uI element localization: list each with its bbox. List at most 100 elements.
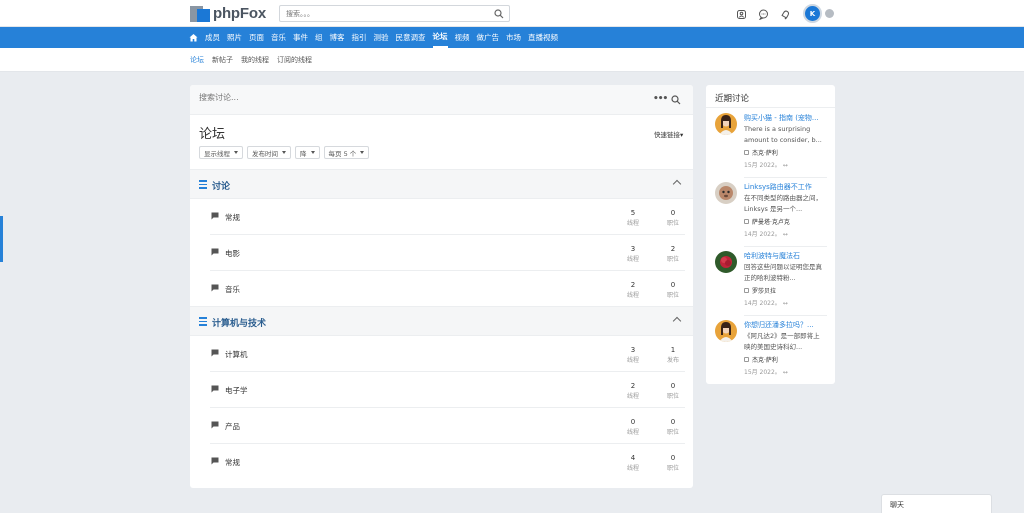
nav-item-live-video[interactable]: 直播视频: [528, 27, 558, 48]
nav-item-forum[interactable]: 论坛: [432, 27, 448, 48]
category-header[interactable]: 讨论: [190, 169, 693, 199]
discussion-meta: 14月 2022。 ↔: [744, 300, 788, 307]
avatar[interactable]: [715, 113, 737, 135]
discussion-item: 哈利波特与魔法石 回答这些问题以证明您是真正的哈利波特粉... 罗莎贝拉 14月…: [715, 251, 827, 319]
chevron-down-icon: [310, 151, 315, 154]
thread-count-value: 5: [630, 209, 636, 217]
nav-item-members[interactable]: 成员: [205, 27, 220, 48]
left-edge-accent: [0, 216, 3, 262]
discussion-title[interactable]: 你想归还潘多拉吗？...: [744, 320, 826, 330]
forum-name[interactable]: 电子学: [225, 385, 248, 396]
forum-name[interactable]: 音乐: [225, 284, 240, 295]
avatar[interactable]: [715, 182, 737, 204]
comment-icon: [211, 421, 219, 431]
thread-count-value: 2: [630, 382, 636, 390]
post-count-value: 0: [670, 454, 676, 462]
search-icon[interactable]: [671, 95, 681, 107]
subnav-forum[interactable]: 论坛: [190, 55, 204, 65]
chat-dock[interactable]: 聊天: [881, 494, 992, 513]
forum-name[interactable]: 常规: [225, 212, 240, 223]
post-count-value: 0: [670, 382, 676, 390]
author-name[interactable]: 杰克·萨利: [752, 148, 778, 157]
chat-label: 聊天: [890, 501, 904, 509]
post-count-label: 发布: [666, 357, 679, 364]
filter-per-page[interactable]: 每页 5 个: [323, 146, 370, 159]
nav-item-blogs[interactable]: 博客: [330, 27, 345, 48]
global-search[interactable]: [279, 5, 510, 22]
author-name[interactable]: 杰克·萨利: [752, 355, 778, 364]
subnav-my-threads[interactable]: 我的线程: [241, 55, 269, 65]
forum-row[interactable]: 产品 0 线程 0 职位: [210, 408, 685, 444]
thread-count-label: 线程: [626, 465, 639, 472]
discussion-author: 杰克·萨利: [744, 355, 778, 364]
forum-row[interactable]: 常规 5 线程 0 职位: [210, 199, 685, 235]
post-count: 1 发布: [658, 346, 688, 364]
discussion-title[interactable]: Linksys路由器不工作: [744, 182, 826, 192]
author-name[interactable]: 萨曼塔·克卢克: [752, 217, 790, 226]
more-options-icon[interactable]: •••: [653, 94, 668, 104]
filter-order[interactable]: 降: [295, 146, 320, 159]
global-search-input[interactable]: [286, 6, 486, 21]
subnav-new-posts[interactable]: 新帖子: [212, 55, 233, 65]
discussion-item: Linksys路由器不工作 在不同类型的路由器之间， Linksys 是另一个.…: [715, 182, 827, 250]
logo[interactable]: phpFox: [190, 5, 266, 22]
divider: [744, 315, 827, 316]
chat-icon[interactable]: [757, 8, 769, 20]
forum-row[interactable]: 音乐 2 线程 0 职位: [210, 271, 685, 307]
nav-item-photos[interactable]: 照片: [227, 27, 242, 48]
forum-row[interactable]: 常规 4 线程 0 职位: [210, 444, 685, 480]
subnav-subscribed-threads[interactable]: 订阅的线程: [277, 55, 312, 65]
user-avatar[interactable]: K: [803, 4, 822, 23]
author-name[interactable]: 罗莎贝拉: [752, 286, 776, 295]
filter-display[interactable]: 显示线程: [199, 146, 243, 159]
search-icon[interactable]: [494, 9, 504, 21]
discussion-meta: 15月 2022。 ↔: [744, 162, 788, 169]
forum-name[interactable]: 计算机: [225, 349, 248, 360]
forum-icon: [744, 219, 749, 224]
nav-item-pages[interactable]: 页面: [249, 27, 264, 48]
forum-search-input[interactable]: [199, 93, 499, 102]
forum-search-bar: •••: [190, 85, 693, 115]
filter-sort[interactable]: 发布时间: [247, 146, 291, 159]
category-title[interactable]: 计算机与技术: [212, 316, 266, 329]
nav-item-videos[interactable]: 视频: [455, 27, 470, 48]
thread-count: 0 线程: [618, 418, 648, 436]
chevron-up-icon[interactable]: [672, 179, 682, 189]
contacts-icon[interactable]: [735, 8, 747, 20]
discussion-author: 罗莎贝拉: [744, 286, 776, 295]
nav-item-ads[interactable]: 做广告: [477, 27, 500, 48]
quick-links-dropdown[interactable]: 快速链接▾: [654, 129, 683, 139]
nav-item-guides[interactable]: 指引: [352, 27, 367, 48]
page-title: 论坛: [199, 127, 226, 142]
filter-display-label: 显示线程: [204, 149, 230, 158]
nav-item-music[interactable]: 音乐: [271, 27, 286, 48]
avatar[interactable]: [715, 320, 737, 342]
forum-row[interactable]: 计算机 3 线程 1 发布: [210, 336, 685, 372]
nav-item-events[interactable]: 事件: [293, 27, 308, 48]
discussion-excerpt: There is a surprising amount to consider…: [744, 125, 822, 144]
account-menu-caret[interactable]: [825, 9, 834, 18]
discussion-title[interactable]: 哈利波特与魔法石: [744, 251, 826, 261]
thread-count: 2 线程: [618, 382, 648, 400]
forum-row[interactable]: 电子学 2 线程 0 职位: [210, 372, 685, 408]
nav-item-marketplace[interactable]: 市场: [506, 27, 521, 48]
nav-item-quizzes[interactable]: 测验: [374, 27, 389, 48]
post-count-value: 0: [670, 281, 676, 289]
forum-name[interactable]: 产品: [225, 421, 240, 432]
thread-count: 5 线程: [618, 209, 648, 227]
category-title[interactable]: 讨论: [212, 179, 230, 192]
bell-icon[interactable]: [779, 8, 791, 20]
thread-count-label: 线程: [626, 220, 639, 227]
post-count: 2 职位: [658, 245, 688, 263]
nav-item-groups[interactable]: 组: [315, 27, 323, 48]
avatar[interactable]: [715, 251, 737, 273]
nav-item-polls[interactable]: 民意调查: [396, 27, 426, 48]
home-icon[interactable]: [189, 27, 198, 48]
chevron-up-icon[interactable]: [672, 316, 682, 326]
thread-count-label: 线程: [626, 357, 639, 364]
forum-row[interactable]: 电影 3 线程 2 职位: [210, 235, 685, 271]
forum-name[interactable]: 电影: [225, 248, 240, 259]
category-header[interactable]: 计算机与技术: [190, 306, 693, 336]
discussion-title[interactable]: 购买小猫 - 指南 (宠物...: [744, 113, 826, 123]
forum-name[interactable]: 常规: [225, 457, 240, 468]
